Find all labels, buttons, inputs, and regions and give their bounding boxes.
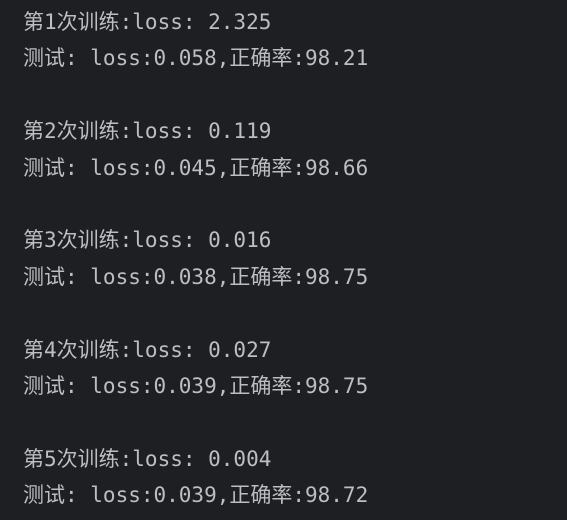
console-output: 第1次训练:loss: 2.325 测试: loss:0.058,正确率:98.… [0, 0, 567, 520]
train-line-5: 第5次训练:loss: 0.004 [23, 446, 272, 471]
test-line-3: 测试: loss:0.038,正确率:98.75 [23, 264, 369, 289]
test-line-1: 测试: loss:0.058,正确率:98.21 [23, 46, 369, 71]
test-line-5: 测试: loss:0.039,正确率:98.72 [23, 483, 369, 508]
test-line-2: 测试: loss:0.045,正确率:98.66 [23, 155, 369, 180]
train-line-3: 第3次训练:loss: 0.016 [23, 228, 272, 253]
train-line-4: 第4次训练:loss: 0.027 [23, 337, 272, 362]
train-line-2: 第2次训练:loss: 0.119 [23, 119, 272, 144]
train-line-1: 第1次训练:loss: 2.325 [23, 10, 272, 34]
test-line-4: 测试: loss:0.039,正确率:98.75 [23, 373, 369, 398]
